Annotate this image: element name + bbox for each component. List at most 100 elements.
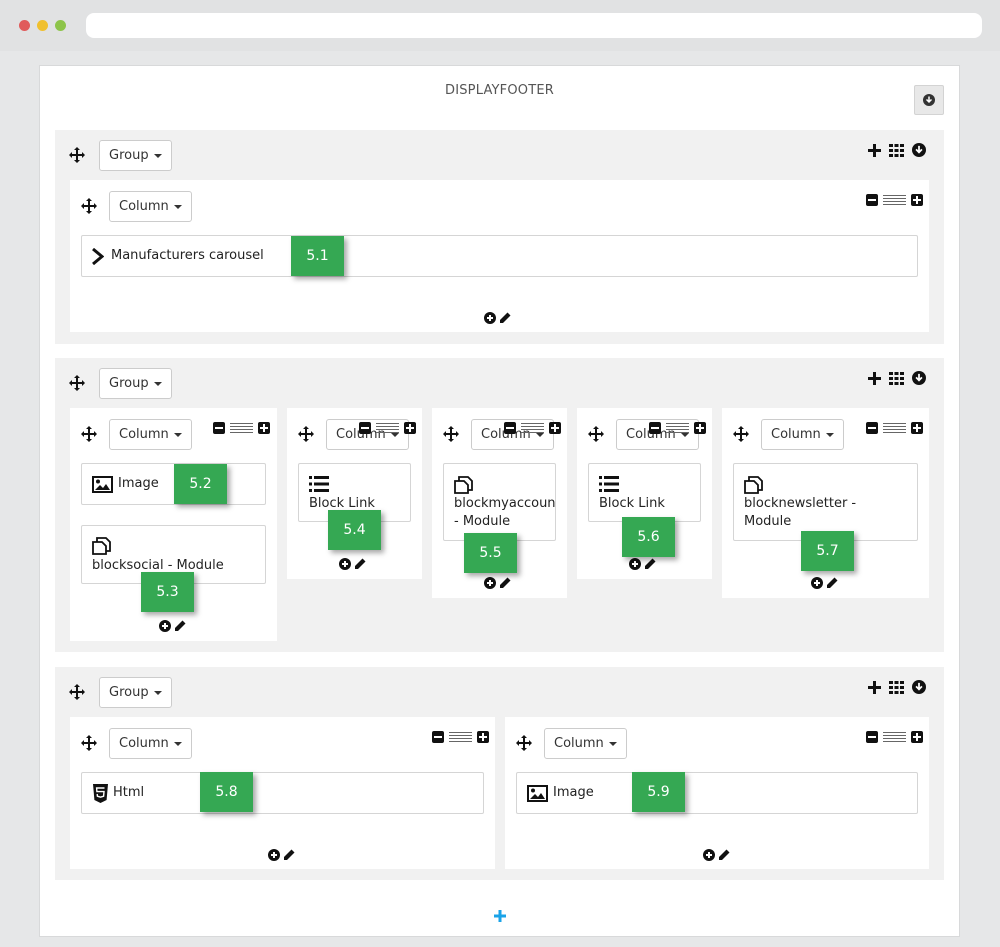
pencil-icon[interactable] xyxy=(354,558,366,570)
width-bar-icon xyxy=(883,423,906,433)
move-icon[interactable] xyxy=(69,684,85,700)
maximize-window-dot[interactable] xyxy=(55,20,66,31)
increase-width-icon[interactable] xyxy=(911,422,923,434)
add-edit-controls xyxy=(703,849,730,861)
move-icon[interactable] xyxy=(298,426,314,442)
module-label-line1: blocknewsletter - xyxy=(744,496,857,511)
group-toolbar xyxy=(868,371,926,385)
column-dropdown-label: Column xyxy=(554,736,604,751)
decrease-width-icon[interactable] xyxy=(649,422,661,434)
module-manufacturers-carousel[interactable]: Manufacturers carousel xyxy=(81,235,918,277)
pencil-icon[interactable] xyxy=(718,849,730,861)
arrow-down-circle-icon[interactable] xyxy=(912,371,926,385)
close-window-dot[interactable] xyxy=(19,20,30,31)
pencil-icon[interactable] xyxy=(499,577,511,589)
group-dropdown[interactable]: Group xyxy=(99,368,172,399)
pencil-icon[interactable] xyxy=(826,577,838,589)
module-label: Image xyxy=(118,476,159,491)
column-dropdown[interactable]: Column xyxy=(109,419,192,450)
annotation-badge: 5.2 xyxy=(174,464,227,504)
add-module-icon[interactable] xyxy=(811,577,823,589)
add-column-icon[interactable] xyxy=(868,680,881,694)
column-dropdown[interactable]: Column xyxy=(109,191,192,222)
move-icon[interactable] xyxy=(81,426,97,442)
decrease-width-icon[interactable] xyxy=(866,194,878,206)
add-column-icon[interactable] xyxy=(868,143,881,157)
add-column-icon[interactable] xyxy=(868,371,881,385)
decrease-width-icon[interactable] xyxy=(213,422,225,434)
add-module-icon[interactable] xyxy=(629,558,641,570)
decrease-width-icon[interactable] xyxy=(866,731,878,743)
pencil-icon[interactable] xyxy=(283,849,295,861)
increase-width-icon[interactable] xyxy=(258,422,270,434)
module-label: Manufacturers carousel xyxy=(111,248,264,263)
move-icon[interactable] xyxy=(588,426,604,442)
caret-down-icon xyxy=(608,741,617,746)
group-dropdown[interactable]: Group xyxy=(99,140,172,171)
arrow-down-circle-icon[interactable] xyxy=(912,680,926,694)
module-blockmyaccountfooter[interactable]: blockmyaccountfooter - Module xyxy=(443,463,556,541)
add-module-icon[interactable] xyxy=(484,312,496,324)
move-icon[interactable] xyxy=(733,426,749,442)
grid-icon[interactable] xyxy=(889,680,904,694)
add-module-icon[interactable] xyxy=(339,558,351,570)
add-group-icon[interactable] xyxy=(494,910,506,922)
copy-icon xyxy=(454,476,473,494)
column-toolbar xyxy=(649,422,706,434)
column-dropdown[interactable]: Column xyxy=(544,728,627,759)
caret-down-icon xyxy=(173,741,182,746)
decrease-width-icon[interactable] xyxy=(866,422,878,434)
pencil-icon[interactable] xyxy=(499,312,511,324)
add-module-icon[interactable] xyxy=(159,620,171,632)
panel-collapse-button[interactable] xyxy=(914,85,944,115)
module-html[interactable]: Html xyxy=(81,772,484,814)
minimize-window-dot[interactable] xyxy=(37,20,48,31)
annotation-badge: 5.1 xyxy=(291,236,344,276)
increase-width-icon[interactable] xyxy=(404,422,416,434)
increase-width-icon[interactable] xyxy=(694,422,706,434)
arrow-down-circle-icon[interactable] xyxy=(912,143,926,157)
annotation-badge: 5.3 xyxy=(141,572,194,612)
decrease-width-icon[interactable] xyxy=(359,422,371,434)
decrease-width-icon[interactable] xyxy=(432,731,444,743)
increase-width-icon[interactable] xyxy=(477,731,489,743)
group-toolbar xyxy=(868,680,926,694)
column: Column Manufacturers carousel xyxy=(70,180,929,332)
address-bar[interactable] xyxy=(86,13,982,38)
caret-down-icon xyxy=(153,690,162,695)
html5-icon xyxy=(93,784,108,803)
grid-icon[interactable] xyxy=(889,143,904,157)
pencil-icon[interactable] xyxy=(644,558,656,570)
move-icon[interactable] xyxy=(443,426,459,442)
move-icon[interactable] xyxy=(81,735,97,751)
add-module-icon[interactable] xyxy=(268,849,280,861)
move-icon[interactable] xyxy=(69,375,85,391)
add-edit-controls xyxy=(159,620,186,632)
width-bar-icon xyxy=(449,732,472,742)
module-block-link[interactable]: Block Link xyxy=(588,463,701,522)
increase-width-icon[interactable] xyxy=(911,194,923,206)
column-dropdown[interactable]: Column xyxy=(109,728,192,759)
move-icon[interactable] xyxy=(81,198,97,214)
column-toolbar xyxy=(359,422,416,434)
group-dropdown[interactable]: Group xyxy=(99,677,172,708)
module-blocknewsletter[interactable]: blocknewsletter - Module xyxy=(733,463,918,541)
grid-icon[interactable] xyxy=(889,371,904,385)
increase-width-icon[interactable] xyxy=(549,422,561,434)
chevron-right-icon xyxy=(92,248,104,265)
column-toolbar xyxy=(432,731,489,743)
pencil-icon[interactable] xyxy=(174,620,186,632)
move-icon[interactable] xyxy=(516,735,532,751)
column-dropdown-label: Column xyxy=(771,427,821,442)
column: Column Image xyxy=(505,717,929,869)
group-1: Group Column Manufacturers carousel xyxy=(55,130,944,344)
move-icon[interactable] xyxy=(69,147,85,163)
decrease-width-icon[interactable] xyxy=(504,422,516,434)
increase-width-icon[interactable] xyxy=(911,731,923,743)
add-module-icon[interactable] xyxy=(484,577,496,589)
image-icon xyxy=(527,785,548,802)
add-module-icon[interactable] xyxy=(703,849,715,861)
annotation-badge: 5.4 xyxy=(328,510,381,550)
column-dropdown[interactable]: Column xyxy=(761,419,844,450)
module-image[interactable]: Image xyxy=(516,772,918,814)
